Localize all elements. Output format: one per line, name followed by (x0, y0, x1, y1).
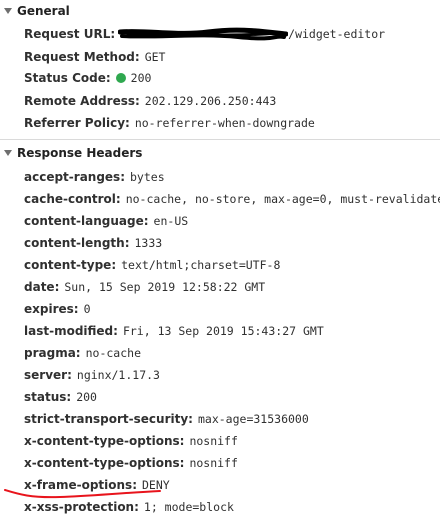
header-row: x-xss-protection: 1; mode=block (24, 498, 440, 516)
status-code-value: 200 (130, 71, 152, 85)
header-value: Fri, 13 Sep 2019 15:43:27 GMT (122, 324, 324, 338)
header-row: x-content-type-options: nosniff (24, 432, 440, 450)
status-code-row: Status Code: 200 (24, 69, 440, 87)
header-name: accept-ranges: (24, 170, 125, 184)
header-value: text/html;charset=UTF-8 (121, 258, 281, 272)
remote-address-label: Remote Address: (24, 94, 140, 108)
response-headers-section-title: Response Headers (17, 146, 143, 160)
general-section-title: General (17, 4, 70, 18)
header-value: bytes (130, 170, 165, 184)
header-value: max-age=31536000 (197, 412, 309, 426)
header-value: 1333 (134, 236, 163, 250)
header-row: strict-transport-security: max-age=31536… (24, 410, 440, 428)
header-name: content-language: (24, 214, 149, 228)
header-value: nginx/1.17.3 (76, 368, 160, 382)
header-name: date: (24, 280, 60, 294)
redaction-scribble (118, 27, 289, 41)
header-row: content-language: en-US (24, 212, 440, 230)
remote-address-row: Remote Address: 202.129.206.250:443 (24, 92, 440, 110)
header-row: last-modified: Fri, 13 Sep 2019 15:43:27… (24, 322, 440, 340)
header-name: strict-transport-security: (24, 412, 193, 426)
header-row: server: nginx/1.17.3 (24, 366, 440, 384)
request-method-label: Request Method: (24, 50, 140, 64)
header-row: cache-control: no-cache, no-store, max-a… (24, 190, 440, 208)
remote-address-value: 202.129.206.250:443 (144, 94, 277, 108)
header-name: content-length: (24, 236, 130, 250)
header-name: status: (24, 390, 72, 404)
header-value: no-cache, no-store, max-age=0, must-reva… (125, 192, 440, 206)
referrer-policy-value: no-referrer-when-downgrade (134, 116, 315, 130)
status-code-label: Status Code: (24, 71, 111, 85)
referrer-policy-row: Referrer Policy: no-referrer-when-downgr… (24, 114, 440, 132)
header-row: date: Sun, 15 Sep 2019 12:58:22 GMT (24, 278, 440, 296)
status-ok-icon (115, 73, 126, 83)
header-value: nosniff (189, 456, 238, 470)
header-row: status: 200 (24, 388, 440, 406)
header-value: Sun, 15 Sep 2019 12:58:22 GMT (64, 280, 266, 294)
request-method-value: GET (144, 50, 166, 64)
header-name: x-content-type-options: (24, 434, 185, 448)
header-name: x-content-type-options: (24, 456, 185, 470)
header-value: no-cache (85, 346, 141, 360)
header-value: 200 (76, 390, 97, 404)
general-section-header[interactable]: General (0, 0, 440, 22)
header-name: server: (24, 368, 72, 382)
expand-triangle-icon (4, 150, 12, 156)
header-row: expires: 0 (24, 300, 440, 318)
header-value: 1; mode=block (143, 500, 234, 514)
section-divider (0, 139, 440, 140)
request-url-row: Request URL: /widget-editor (24, 25, 440, 43)
header-name: cache-control: (24, 192, 121, 206)
header-row: accept-ranges: bytes (24, 168, 440, 186)
response-headers-section-header[interactable]: Response Headers (0, 142, 440, 164)
header-name: x-frame-options: (24, 478, 137, 492)
header-row-x-frame-options: x-frame-options: DENY (24, 476, 440, 494)
expand-triangle-icon (4, 8, 12, 14)
request-method-row: Request Method: GET (24, 48, 440, 66)
header-name: x-xss-protection: (24, 500, 139, 514)
header-name: last-modified: (24, 324, 118, 338)
header-name: expires: (24, 302, 79, 316)
header-name: pragma: (24, 346, 81, 360)
referrer-policy-label: Referrer Policy: (24, 116, 130, 130)
header-value: 0 (83, 302, 91, 316)
header-value: en-US (153, 214, 189, 228)
header-value: nosniff (189, 434, 238, 448)
request-url-value: /widget-editor (288, 27, 386, 41)
header-row: content-length: 1333 (24, 234, 440, 252)
header-row: x-content-type-options: nosniff (24, 454, 440, 472)
header-name: content-type: (24, 258, 117, 272)
request-url-label: Request URL: (24, 27, 116, 41)
header-value: DENY (142, 478, 170, 492)
header-row: pragma: no-cache (24, 344, 440, 362)
header-row: content-type: text/html;charset=UTF-8 (24, 256, 440, 274)
